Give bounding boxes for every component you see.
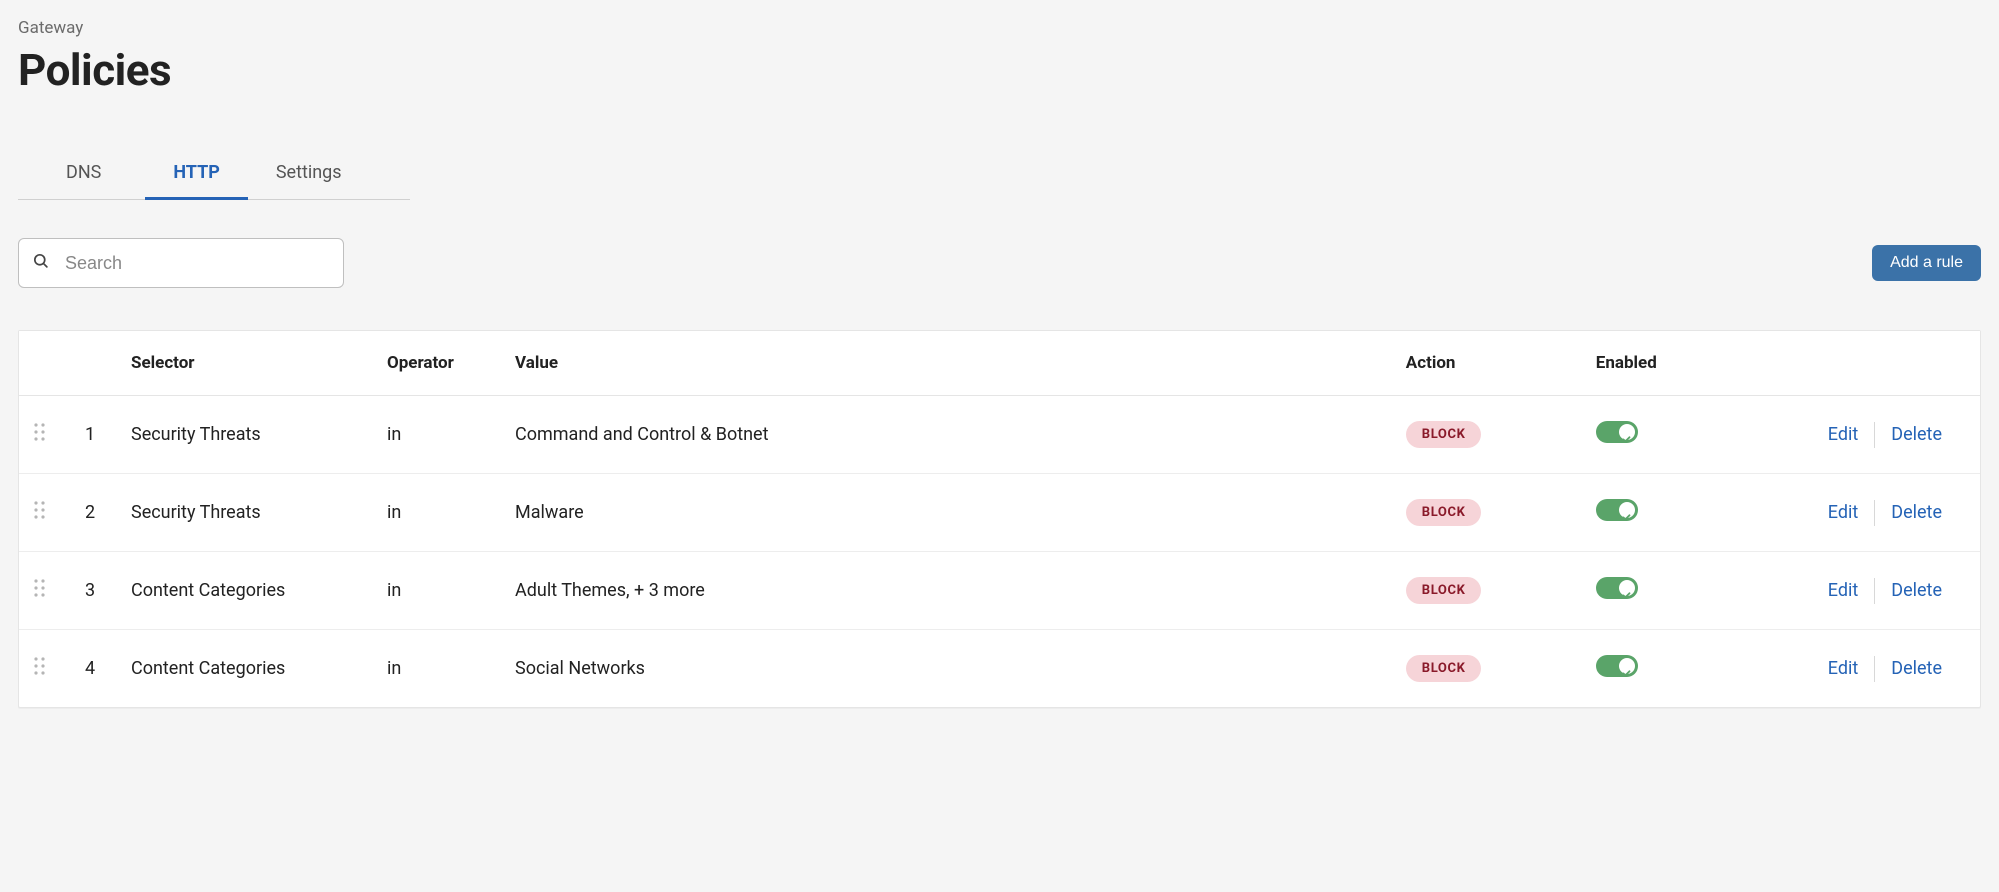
enabled-toggle[interactable] (1596, 577, 1638, 599)
row-operator: in (375, 630, 503, 708)
edit-link[interactable]: Edit (1828, 658, 1858, 679)
action-divider (1874, 578, 1875, 604)
row-selector: Content Categories (119, 630, 375, 708)
edit-link[interactable]: Edit (1828, 580, 1858, 601)
action-badge: BLOCK (1406, 577, 1482, 604)
search-icon (32, 252, 49, 274)
tabs: DNS HTTP Settings (18, 148, 410, 200)
row-index: 4 (73, 630, 119, 708)
row-index: 1 (73, 396, 119, 474)
row-operator: in (375, 396, 503, 474)
action-divider (1874, 656, 1875, 682)
row-selector: Content Categories (119, 552, 375, 630)
col-header-enabled: Enabled (1584, 331, 1816, 396)
action-divider (1874, 422, 1875, 448)
tab-dns[interactable]: DNS (18, 148, 145, 200)
drag-handle-icon[interactable] (33, 422, 47, 442)
delete-link[interactable]: Delete (1891, 658, 1942, 679)
row-value: Adult Themes, + 3 more (503, 552, 1394, 630)
enabled-toggle[interactable] (1596, 499, 1638, 521)
edit-link[interactable]: Edit (1828, 424, 1858, 445)
drag-handle-icon[interactable] (33, 500, 47, 520)
action-badge: BLOCK (1406, 499, 1482, 526)
table-row: 3 Content Categories in Adult Themes, + … (19, 552, 1980, 630)
row-index: 2 (73, 474, 119, 552)
row-operator: in (375, 474, 503, 552)
table-row: 1 Security Threats in Command and Contro… (19, 396, 1980, 474)
action-badge: BLOCK (1406, 421, 1482, 448)
enabled-toggle[interactable] (1596, 655, 1638, 677)
rules-table: Selector Operator Value Action Enabled 1 (18, 330, 1981, 708)
page-title: Policies (18, 44, 1981, 96)
tab-settings[interactable]: Settings (248, 148, 370, 200)
row-value: Malware (503, 474, 1394, 552)
drag-handle-icon[interactable] (33, 656, 47, 676)
row-value: Social Networks (503, 630, 1394, 708)
row-operator: in (375, 552, 503, 630)
col-header-value: Value (503, 331, 1394, 396)
row-index: 3 (73, 552, 119, 630)
delete-link[interactable]: Delete (1891, 424, 1942, 445)
col-header-action: Action (1394, 331, 1584, 396)
action-divider (1874, 500, 1875, 526)
breadcrumb: Gateway (18, 18, 1981, 38)
row-selector: Security Threats (119, 396, 375, 474)
add-rule-button[interactable]: Add a rule (1872, 245, 1981, 281)
edit-link[interactable]: Edit (1828, 502, 1858, 523)
delete-link[interactable]: Delete (1891, 502, 1942, 523)
action-badge: BLOCK (1406, 655, 1482, 682)
delete-link[interactable]: Delete (1891, 580, 1942, 601)
row-selector: Security Threats (119, 474, 375, 552)
table-row: 4 Content Categories in Social Networks … (19, 630, 1980, 708)
search-input[interactable] (18, 238, 344, 288)
col-header-selector: Selector (119, 331, 375, 396)
table-row: 2 Security Threats in Malware BLOCK Edit… (19, 474, 1980, 552)
enabled-toggle[interactable] (1596, 421, 1638, 443)
drag-handle-icon[interactable] (33, 578, 47, 598)
row-value: Command and Control & Botnet (503, 396, 1394, 474)
col-header-operator: Operator (375, 331, 503, 396)
tab-http[interactable]: HTTP (145, 148, 248, 200)
